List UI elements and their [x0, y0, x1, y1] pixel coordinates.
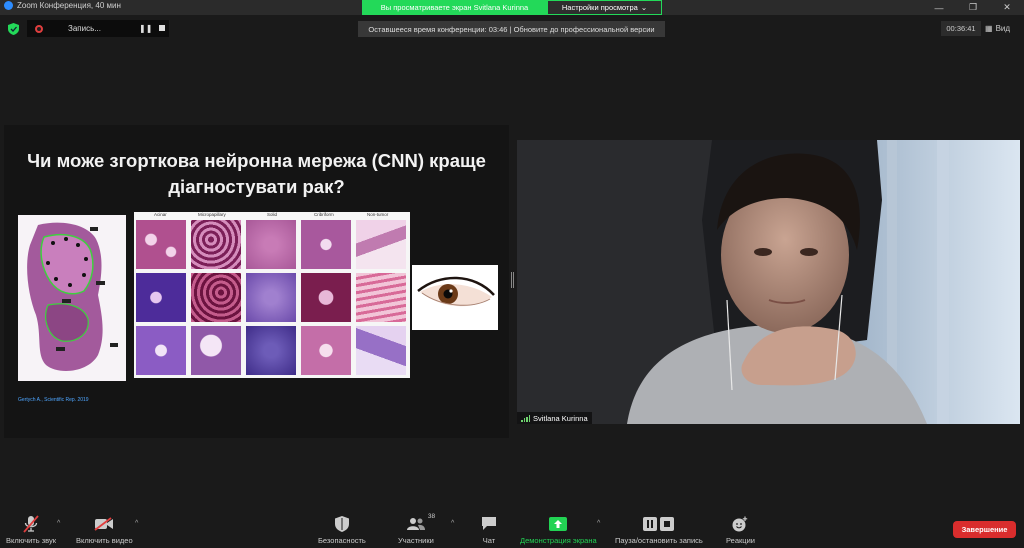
panel-resize-handle[interactable]	[511, 272, 514, 288]
pause-recording-button[interactable]: Пауза/остановить запись	[615, 514, 703, 545]
chevron-down-icon: ⌄	[640, 3, 648, 12]
participant-video[interactable]: Svitlana Kurinna	[517, 140, 1020, 424]
window-controls: — ❐ ✕	[922, 0, 1024, 15]
security-label: Безопасность	[318, 536, 366, 545]
share-screen-label: Демонстрация экрана	[520, 536, 597, 545]
meeting-toolbar: Включить звук ^ Включить видео ^ Безопас…	[0, 508, 1024, 548]
slide-title: Чи може згорткова нейронна мережа (CNN) …	[4, 148, 509, 200]
pause-stop-icon	[642, 516, 674, 531]
microphone-muted-icon	[23, 514, 39, 533]
column-label-acinar: Acinar	[154, 212, 167, 217]
histology-tile	[136, 326, 186, 375]
histology-tile	[301, 326, 351, 375]
zoom-logo-icon	[4, 1, 13, 10]
column-label-solid: Solid	[267, 212, 278, 217]
recording-indicator: Запись... ❚❚	[27, 20, 169, 37]
video-frame	[517, 140, 1020, 424]
recording-label: Запись...	[68, 24, 101, 33]
histology-tile	[191, 220, 241, 269]
participants-count: 38	[427, 513, 436, 520]
eye-image	[412, 265, 498, 330]
record-dot-icon	[35, 24, 43, 33]
view-button-label: Вид	[995, 24, 1011, 33]
histology-tile	[191, 326, 241, 375]
screen-share-banner: Вы просматриваете экран Svitlana Kurinna…	[362, 0, 662, 15]
start-video-button[interactable]: Включить видео	[76, 514, 133, 545]
participants-icon	[406, 517, 425, 530]
window-title: Zoom Конференция, 40 мин	[4, 1, 121, 10]
reactions-icon	[732, 516, 748, 531]
view-button[interactable]: ▦ Вид	[985, 21, 1021, 36]
window-title-text: Zoom Конференция, 40 мин	[17, 1, 121, 10]
shared-screen: Чи може згорткова нейронна мережа (CNN) …	[4, 125, 509, 438]
view-settings-button[interactable]: Настройки просмотра ⌄	[547, 0, 662, 15]
unmute-label: Включить звук	[6, 536, 57, 545]
histology-tile	[301, 273, 351, 322]
camera-off-icon	[94, 516, 114, 531]
participants-button[interactable]: 38 Участники	[398, 513, 436, 545]
column-label-non-tumor: Non-tumor	[367, 212, 389, 217]
unmute-button[interactable]: Включить звук	[6, 514, 56, 545]
grid-view-icon: ▦	[985, 24, 993, 33]
chat-label: Чат	[482, 536, 496, 545]
share-screen-icon	[549, 516, 568, 531]
column-label-micropapillary: Micropapillary	[198, 212, 226, 217]
histology-tile	[356, 220, 406, 269]
encryption-shield-icon[interactable]	[8, 23, 19, 35]
histology-tile	[246, 326, 296, 375]
close-button[interactable]: ✕	[990, 0, 1024, 15]
video-options-caret-icon[interactable]: ^	[135, 520, 138, 527]
histology-tile	[246, 220, 296, 269]
slide-title-line-1: Чи може згорткова нейронна мережа (CNN) …	[27, 150, 486, 171]
column-label-cribriform: Cribriform	[314, 212, 334, 217]
chat-bubble-icon	[482, 517, 496, 530]
share-screen-button[interactable]: Демонстрация экрана	[520, 514, 597, 545]
pause-recording-icon[interactable]: ❚❚	[139, 24, 152, 33]
meeting-timer: 00:36:41	[941, 21, 981, 36]
stop-recording-icon[interactable]	[159, 25, 165, 31]
end-meeting-button[interactable]: Завершение	[953, 521, 1016, 538]
minimize-button[interactable]: —	[922, 0, 956, 15]
pause-recording-label: Пауза/остановить запись	[615, 536, 703, 545]
histology-pattern-grid: Acinar Micropapillary Solid Cribriform N…	[134, 212, 410, 378]
histology-tile	[356, 273, 406, 322]
security-shield-icon	[334, 515, 349, 532]
histology-tile	[136, 273, 186, 322]
histology-tile	[191, 273, 241, 322]
slide-citation: Gertych A., Scientific Rep. 2019	[18, 397, 89, 403]
share-banner-text: Вы просматриваете экран Svitlana Kurinna	[362, 0, 547, 15]
share-options-caret-icon[interactable]: ^	[597, 520, 600, 527]
signal-strength-icon	[521, 414, 530, 422]
participants-options-caret-icon[interactable]: ^	[451, 520, 454, 527]
slide-title-line-2: діагностувати рак?	[168, 176, 345, 197]
histology-tile	[301, 220, 351, 269]
participants-label: Участники	[398, 536, 434, 545]
reactions-button[interactable]: Реакции	[726, 514, 755, 545]
histology-slide-image	[18, 215, 126, 381]
time-remaining-notice[interactable]: Оставшееся время конференции: 03:46 | Об…	[358, 21, 665, 37]
chat-button[interactable]: Чат	[481, 514, 497, 545]
participant-name-tag: Svitlana Kurinna	[517, 412, 592, 424]
security-button[interactable]: Безопасность	[318, 514, 366, 545]
title-bar: Zoom Конференция, 40 мин Вы просматривае…	[0, 0, 1024, 15]
view-settings-label: Настройки просмотра	[561, 3, 638, 12]
participant-name: Svitlana Kurinna	[533, 413, 588, 423]
start-video-label: Включить видео	[76, 536, 133, 545]
histology-tile	[246, 273, 296, 322]
histology-tile	[136, 220, 186, 269]
histology-tile	[356, 326, 406, 375]
maximize-button[interactable]: ❐	[956, 0, 990, 15]
audio-options-caret-icon[interactable]: ^	[57, 520, 60, 527]
reactions-label: Реакции	[726, 536, 755, 545]
